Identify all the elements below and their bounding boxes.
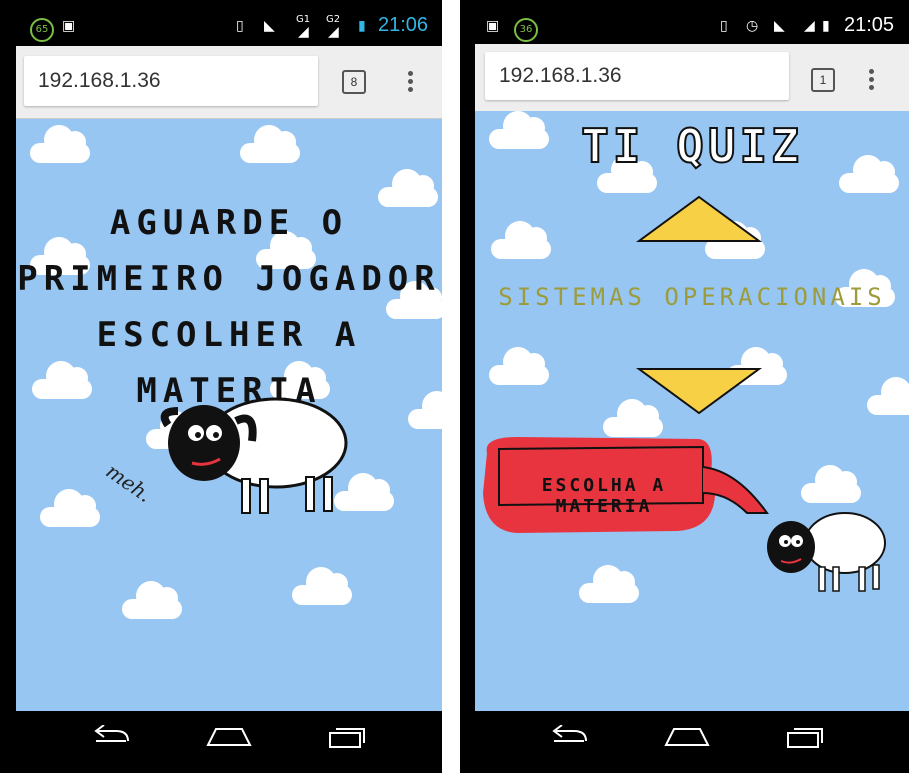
clock: 21:05	[844, 14, 895, 36]
address-bar: 192.168.1.36 8	[16, 46, 442, 119]
alarm-icon: ◷	[746, 18, 759, 34]
nav-bar	[0, 711, 460, 773]
battery-icon: ▮	[358, 18, 366, 34]
signal-icon: ◢	[804, 18, 815, 34]
overflow-menu-icon[interactable]	[867, 66, 875, 93]
url-field[interactable]: 192.168.1.36	[485, 52, 789, 100]
gallery-icon: ▣	[62, 18, 76, 34]
back-icon[interactable]	[92, 725, 132, 749]
url-field[interactable]: 192.168.1.36	[24, 56, 318, 106]
arrow-up-button[interactable]	[635, 195, 763, 245]
left-phone: 65 ▣ ▯ ◣ G1 ◢ G2 ◢ ▮ 21:06 192.168.1.36 …	[0, 0, 460, 773]
signal-icon: ◢	[298, 24, 309, 40]
address-bar: 192.168.1.36 1	[475, 44, 909, 112]
tab-switcher-button[interactable]: 8	[342, 70, 366, 94]
choose-subject-button[interactable]: ESCOLHA A MATERIA	[499, 475, 709, 517]
status-bar: 65 ▣ ▯ ◣ G1 ◢ G2 ◢ ▮ 21:06	[0, 10, 460, 46]
nav-bar	[460, 711, 909, 773]
gallery-icon: ▣	[486, 18, 500, 34]
back-icon[interactable]	[550, 725, 590, 749]
overflow-menu-icon[interactable]	[406, 68, 414, 95]
web-content: AGUARDE O PRIMEIRO JOGADOR ESCOLHER A MA…	[16, 119, 442, 711]
cloud	[489, 347, 549, 385]
signal-icon-2: ◢	[328, 24, 339, 40]
cloud	[30, 125, 90, 163]
vibrate-icon: ▯	[720, 18, 728, 34]
wifi-icon: ◣	[774, 18, 785, 34]
vibrate-icon: ▯	[236, 18, 244, 34]
tab-switcher-button[interactable]: 1	[811, 68, 835, 92]
wifi-icon: ◣	[264, 18, 275, 34]
notification-badge: 65	[30, 18, 54, 42]
message-line: AGUARDE O	[109, 203, 349, 243]
sheep-illustration	[767, 512, 886, 592]
notification-badge: 36	[514, 18, 538, 42]
cloud	[240, 125, 300, 163]
arrow-down-button[interactable]	[635, 367, 763, 417]
sheep-illustration	[160, 397, 348, 514]
home-icon[interactable]	[206, 725, 252, 749]
cloud	[491, 221, 551, 259]
home-icon[interactable]	[664, 725, 710, 749]
sheep-caption: meh.	[101, 458, 157, 508]
message-line: PRIMEIRO JOGADOR	[17, 259, 441, 299]
battery-icon: ▮	[822, 18, 830, 34]
cloud	[292, 567, 352, 605]
app-title: TI QUIZ	[580, 118, 803, 174]
cloud	[867, 377, 909, 415]
web-content: TI QUIZ SISTEMAS OPERACIONAIS ESCOLHA A …	[475, 111, 909, 711]
cloud	[122, 581, 182, 619]
cloud	[579, 565, 639, 603]
cloud	[40, 489, 100, 527]
clock: 21:06	[378, 14, 429, 36]
cloud	[801, 465, 861, 503]
right-phone: ▣ 36 ▯ ◷ ◣ ◢ ▮ 21:05 192.168.1.36 1 TI Q…	[460, 0, 909, 773]
recent-apps-icon[interactable]	[786, 725, 826, 749]
subject-label: SISTEMAS OPERACIONAIS	[498, 283, 886, 311]
recent-apps-icon[interactable]	[328, 725, 368, 749]
status-bar: ▣ 36 ▯ ◷ ◣ ◢ ▮ 21:05	[460, 10, 909, 46]
